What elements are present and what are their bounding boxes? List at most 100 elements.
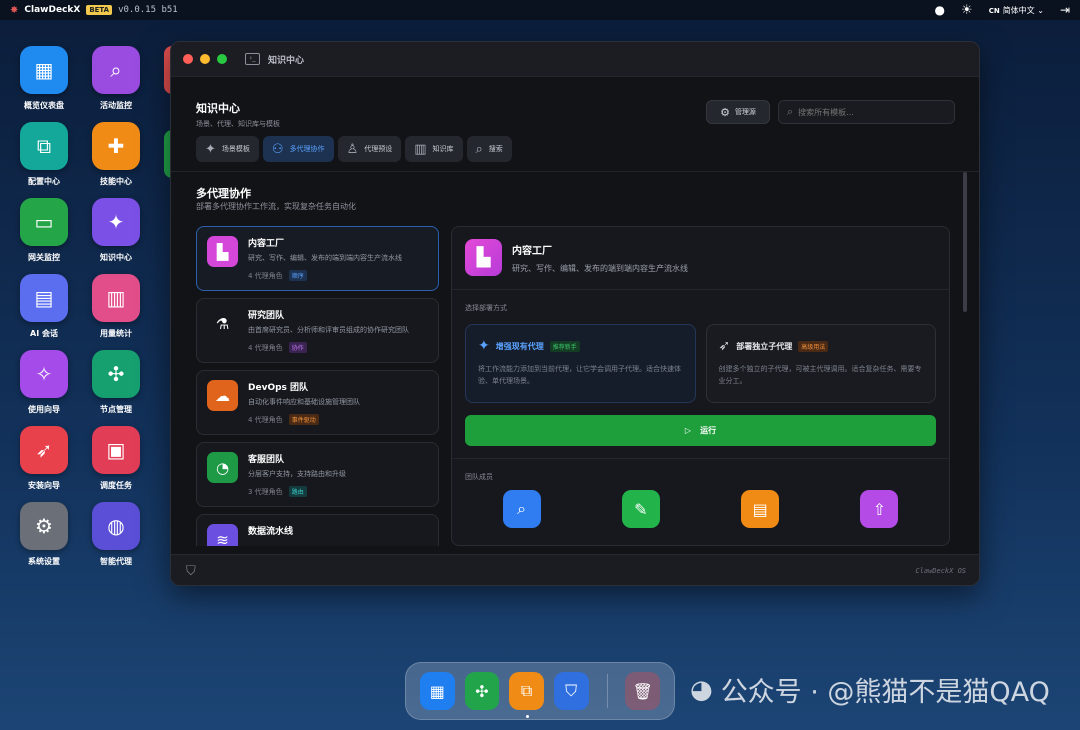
tab-label: 搜索: [488, 145, 503, 153]
workflow-card[interactable]: ▙ 内容工厂研究、写作、编辑、发布的端到端内容生产流水线 4 代理角色 顺序: [196, 226, 439, 291]
recommended-badge: 推荐新手: [549, 340, 580, 352]
window-titlebar[interactable]: ›_ 知识中心: [171, 42, 979, 77]
dock-dashboard-icon[interactable]: ▦: [420, 672, 455, 710]
workflow-description: 自动化事件响应和基础设施管理团队: [248, 398, 360, 406]
knowledge-center-window: ›_ 知识中心 知识中心 场景、代理、知识库与模板 ⚙ 管理源 ⌕ ✦ 场景模板 ⚇…: [170, 41, 980, 586]
dock-shield-icon[interactable]: ⛉: [553, 672, 589, 710]
workflow-description: 由首席研究员、分析师和评审员组成的协作研究团队: [248, 326, 409, 334]
desktop-app-nodes[interactable]: ✣ 节点管理: [90, 350, 142, 415]
desktop-app-sparkles[interactable]: ✦ 知识中心: [90, 198, 142, 263]
desktop-app-label: 使用向导: [28, 405, 60, 414]
divider: [171, 171, 979, 172]
desktop-app-puzzle[interactable]: ✚ 技能中心: [90, 122, 142, 187]
close-window-button[interactable]: [183, 54, 193, 64]
workflow-card[interactable]: ◔ 客服团队 分层客户支持，支持路由和升级 3 代理角色 路由: [196, 442, 439, 507]
terminal-icon: ›_: [245, 53, 260, 65]
desktop-app-label: 智能代理: [100, 557, 132, 566]
desktop-app-calendar[interactable]: ▣ 调度任务: [90, 426, 142, 491]
workflow-card[interactable]: ⚗ 研究团队 由首席研究员、分析师和评审员组成的协作研究团队 4 代理角色 协作: [196, 298, 439, 363]
rocket-icon: ➶: [20, 426, 68, 474]
tab-label: 代理预设: [364, 145, 393, 153]
desktop-app-label: 系统设置: [28, 557, 60, 566]
dock-nodes-icon[interactable]: ✣: [464, 672, 500, 710]
language-selector[interactable]: CN 简体中文 ⌄: [989, 5, 1044, 16]
team-member-editor-icon[interactable]: ▤: [741, 490, 780, 528]
run-button[interactable]: ▷ 运行: [465, 415, 936, 446]
workflow-name: DevOps 团队: [248, 383, 309, 393]
maximize-window-button[interactable]: [217, 54, 227, 64]
workflow-type-badge: 路由: [288, 486, 307, 497]
desktop-app-label: 概览仪表盘: [24, 101, 64, 110]
scrollbar[interactable]: [963, 172, 967, 312]
dock-trash-icon[interactable]: 🗑: [625, 672, 661, 710]
workflow-description: 研究、写作、编辑、发布的端到端内容生产流水线: [248, 254, 402, 262]
cloud-icon: ☁: [207, 380, 238, 411]
advanced-badge: 高级用法: [798, 340, 829, 352]
top-menu-bar: ✸ ClawDeckX BETA v0.0.15 b51 ● ☀ CN 简体中文 …: [0, 0, 1080, 20]
mode-deploy-subagents[interactable]: ➶ 部署独立子代理 高级用法 创建多个独立的子代理，可被主代理调用。适合复杂任务…: [705, 324, 936, 403]
beta-badge: BETA: [86, 5, 113, 15]
desktop-app-gear[interactable]: ⚙ 系统设置: [18, 502, 70, 567]
tab-search[interactable]: ⌕ 搜索: [466, 136, 512, 162]
desktop-app-stats[interactable]: ▥ 用量统计: [90, 274, 142, 339]
desktop-app-label: 安装向导: [28, 481, 60, 490]
chat-icon: ▤: [20, 274, 68, 322]
desktop-app-dashboard[interactable]: ▦ 概览仪表盘: [18, 46, 70, 111]
sparkles-icon: ✦: [92, 198, 140, 246]
tab-label: 场景模板: [221, 145, 250, 153]
manage-sources-button[interactable]: ⚙ 管理源: [706, 100, 770, 124]
team-member-publish-icon[interactable]: ⇧: [860, 490, 899, 528]
tab-user[interactable]: ♙ 代理预设: [337, 136, 402, 162]
book-icon: ▥: [414, 141, 427, 157]
workflow-card[interactable]: ☁ DevOps 团队 自动化事件响应和基础设施管理团队 4 代理角色 事件驱动: [196, 370, 439, 435]
desktop-app-router[interactable]: ▭ 网关监控: [18, 198, 70, 263]
desktop-app-label: 节点管理: [100, 405, 132, 414]
team-member-pencil-icon[interactable]: ✎: [621, 490, 660, 528]
data-icon: ≋: [207, 524, 238, 546]
mode-enhance-existing[interactable]: ✦ 增强现有代理 推荐新手 将工作流能力添加到当前代理，让它学会调用子代理。适合…: [465, 324, 696, 403]
play-icon: ▷: [684, 426, 692, 435]
tab-sparkles[interactable]: ✦ 场景模板: [196, 136, 259, 162]
section-title: 多代理协作: [196, 187, 251, 200]
desktop-app-label: 活动监控: [100, 101, 132, 110]
puzzle-icon: ✚: [92, 122, 140, 170]
detail-title: 内容工厂: [512, 246, 552, 257]
workflow-list: ▙ 内容工厂 研究、写作、编辑、发布的端到端内容生产流水线 4 代理角色 顺序 ⚗ 研究团队…: [196, 226, 439, 546]
tab-book[interactable]: ▥ 知识库: [405, 136, 463, 162]
desktop-app-activity[interactable]: ⌕ 活动监控: [90, 46, 142, 111]
workflow-name: 内容工厂: [248, 239, 285, 249]
running-indicator: [526, 715, 530, 718]
desktop-app-config[interactable]: ⧉ 配置中心: [18, 122, 70, 187]
workflow-type-badge: 顺序: [288, 270, 307, 281]
desktop-app-robot[interactable]: ◍ 智能代理: [90, 502, 142, 567]
workflow-description: 分层客户支持，支持路由和升级: [248, 470, 346, 478]
github-icon[interactable]: ●: [935, 3, 945, 17]
agent-count: 4 代理角色: [248, 271, 283, 280]
activity-icon: ⌕: [92, 46, 140, 94]
search-input[interactable]: [798, 107, 939, 117]
stats-icon: ▥: [92, 274, 140, 322]
search-box[interactable]: ⌕: [778, 100, 955, 124]
minimize-window-button[interactable]: [200, 54, 210, 64]
factory-icon: ▙: [207, 236, 238, 267]
agent-count: 4 代理角色: [248, 415, 283, 424]
dock-config-icon[interactable]: ⧉: [509, 672, 544, 718]
shield-icon[interactable]: ⛉: [186, 564, 196, 579]
logout-icon[interactable]: ⇥: [1060, 3, 1070, 17]
team-member-search-icon[interactable]: ⌕: [502, 490, 541, 528]
app-name: ClawDeckX: [24, 5, 81, 15]
team-members: ⌕ ✎ ▤ ⇧: [452, 490, 949, 528]
desktop-app-chat[interactable]: ▤ AI 会话: [18, 274, 70, 339]
window-title: 知识中心: [268, 55, 305, 66]
desktop-app-wand[interactable]: ✧ 使用向导: [18, 350, 70, 415]
claw-logo-icon: ✸: [10, 4, 19, 16]
workflow-card[interactable]: ≋ 数据流水线: [196, 514, 439, 546]
version-label: v0.0.15 b51: [118, 5, 178, 15]
theme-sun-icon[interactable]: ☀: [961, 3, 973, 18]
router-icon: ▭: [20, 198, 68, 246]
tab-bar: ✦ 场景模板 ⚇ 多代理协作 ♙ 代理预设 ▥ 知识库 ⌕ 搜索: [196, 136, 512, 162]
tab-users[interactable]: ⚇ 多代理协作: [262, 136, 334, 162]
users-icon: ⚇: [271, 141, 284, 157]
dock: ▦ ✣ ⧉ ⛉ 🗑: [405, 662, 675, 720]
desktop-app-rocket[interactable]: ➶ 安装向导: [18, 426, 70, 491]
